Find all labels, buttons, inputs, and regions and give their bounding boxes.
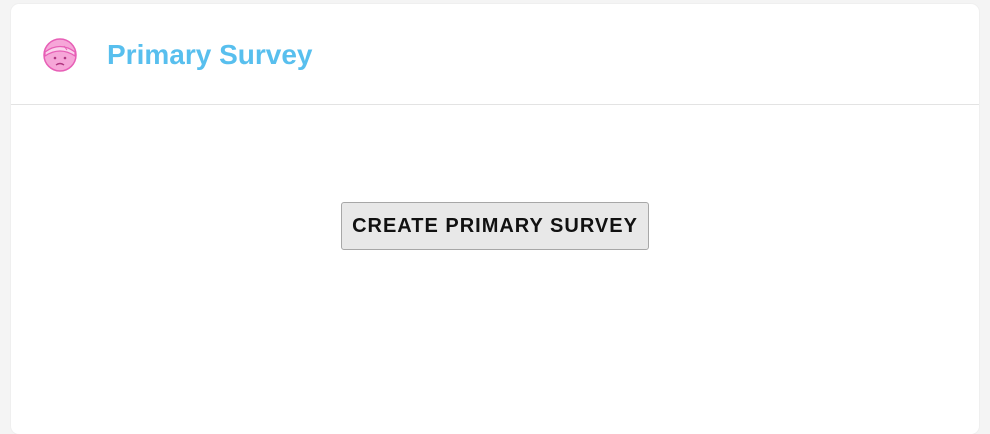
page-title: Primary Survey [107, 39, 313, 70]
card-header: Primary Survey [11, 4, 979, 105]
injured-face-icon [42, 37, 78, 73]
card-body: CREATE PRIMARY SURVEY [11, 105, 979, 425]
primary-survey-card: Primary Survey CREATE PRIMARY SURVEY [11, 4, 979, 434]
create-primary-survey-button[interactable]: CREATE PRIMARY SURVEY [341, 202, 649, 250]
